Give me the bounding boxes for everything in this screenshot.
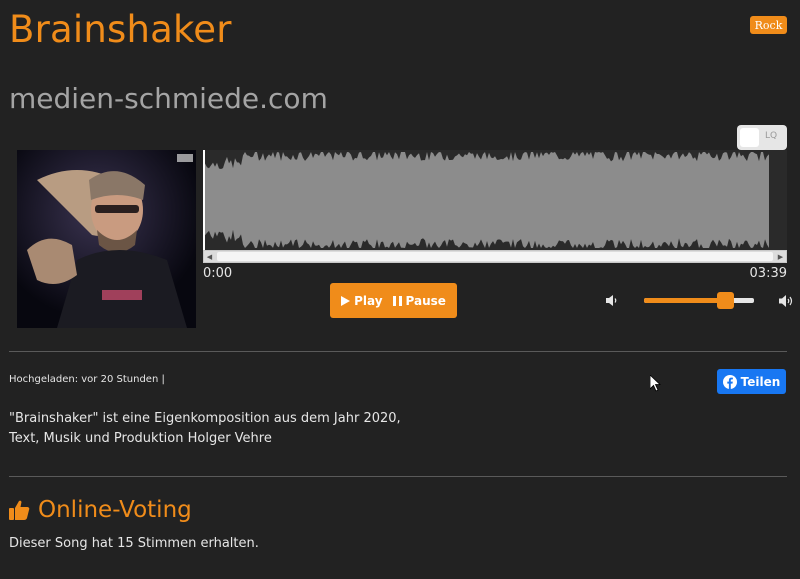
- description: "Brainshaker" ist eine Eigenkomposition …: [9, 409, 401, 449]
- pause-icon: [392, 295, 402, 306]
- volume-slider[interactable]: [644, 298, 754, 303]
- waveform-scrollbar[interactable]: ◀ ▶: [203, 250, 787, 263]
- scrollbar-thumb[interactable]: [217, 252, 773, 261]
- volume-fill: [644, 298, 727, 303]
- voting-title: Online-Voting: [38, 497, 192, 523]
- toggle-knob: [740, 128, 759, 147]
- waveform[interactable]: [203, 150, 787, 250]
- artist-site: medien-schmiede.com: [9, 82, 328, 115]
- pause-control[interactable]: Pause: [392, 293, 446, 308]
- time-total: 03:39: [749, 266, 787, 281]
- cover-image: [17, 150, 196, 328]
- volume-low-icon[interactable]: [606, 294, 619, 307]
- description-line: Text, Musik und Produktion Holger Vehre: [9, 431, 272, 446]
- scroll-right-icon[interactable]: ▶: [775, 251, 786, 262]
- scroll-left-icon[interactable]: ◀: [204, 251, 215, 262]
- genre-badge[interactable]: Rock: [750, 16, 787, 34]
- waveform-graphic: [203, 150, 769, 250]
- facebook-share-button[interactable]: Teilen: [717, 369, 786, 394]
- play-icon: [341, 295, 351, 306]
- description-line: "Brainshaker" ist eine Eigenkomposition …: [9, 411, 401, 426]
- quality-toggle[interactable]: LQ: [737, 125, 787, 150]
- track-title: Brainshaker: [9, 8, 232, 51]
- voting-count-text: Dieser Song hat 15 Stimmen erhalten.: [9, 536, 259, 551]
- play-label: Play: [354, 293, 383, 308]
- facebook-icon: [722, 374, 737, 389]
- quality-label: LQ: [765, 131, 778, 141]
- share-label: Teilen: [740, 374, 781, 389]
- volume-handle[interactable]: [717, 292, 734, 309]
- divider: [9, 351, 787, 352]
- play-control[interactable]: Play: [341, 293, 383, 308]
- mouse-cursor-icon: [650, 375, 661, 392]
- pause-label: Pause: [405, 293, 446, 308]
- divider: [9, 476, 787, 477]
- upload-info: Hochgeladen: vor 20 Stunden |: [9, 374, 165, 385]
- thumbs-up-icon: [9, 500, 30, 520]
- volume-high-icon[interactable]: [779, 294, 795, 308]
- time-current: 0:00: [203, 266, 233, 281]
- play-pause-button[interactable]: Play Pause: [330, 283, 457, 318]
- voting-heading: Online-Voting: [9, 497, 192, 523]
